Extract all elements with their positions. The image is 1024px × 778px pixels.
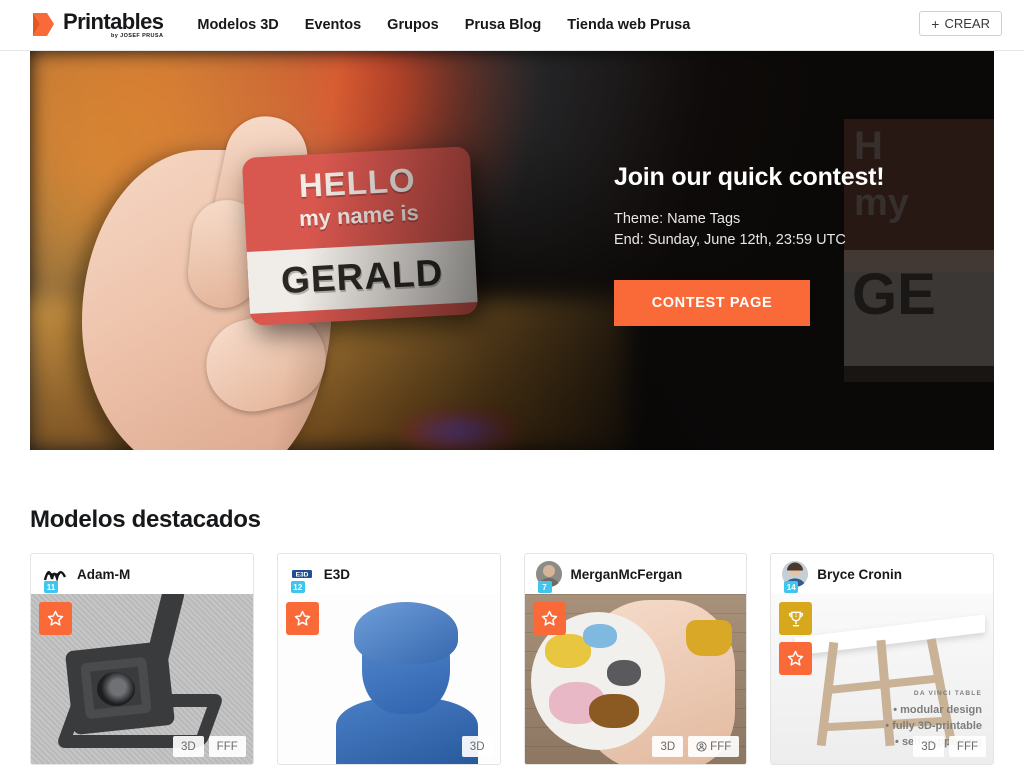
card-chips: 3D FFF [652, 736, 740, 757]
card-thumbnail[interactable]: DA VINCI TABLE • modular design • fully … [771, 594, 993, 764]
model-card[interactable]: 7 MerganMcFergan 3D FFF [523, 553, 748, 765]
hero-details: Theme: Name Tags End: Sunday, June 12th,… [614, 209, 994, 250]
avatar[interactable]: 7 [535, 561, 562, 593]
card-thumbnail[interactable]: 3D FFF [31, 594, 253, 764]
nav-item-tienda-web-prusa[interactable]: Tienda web Prusa [567, 17, 690, 33]
featured-models-section: Modelos destacados 11 Adam-M 3D FFF E3D … [0, 506, 1024, 765]
star-icon[interactable] [779, 642, 813, 675]
paint-blotch-blue [582, 624, 617, 648]
chip-fff: FFF [948, 736, 986, 757]
chip-3d: 3D [172, 736, 204, 757]
plus-icon: + [931, 15, 940, 32]
card-username[interactable]: Bryce Cronin [817, 567, 902, 582]
hero-banner[interactable]: HELLO my name is GERALD H my GE Join our… [30, 51, 994, 450]
card-username[interactable]: E3D [324, 567, 350, 582]
mount-lens [97, 672, 135, 706]
model-card[interactable]: E3D 12 E3D 3D [276, 553, 501, 765]
hero-end-line: End: Sunday, June 12th, 23:59 UTC [614, 231, 846, 248]
card-thumbnail[interactable]: 3D [277, 594, 500, 764]
chip-fff-label: FFF [710, 740, 732, 753]
printables-arrow-icon [33, 13, 54, 36]
table-top [795, 614, 986, 656]
nav-item-eventos[interactable]: Eventos [305, 17, 361, 33]
hero-theme-line: Theme: Name Tags [614, 211, 741, 227]
svg-text:1: 1 [794, 612, 797, 618]
chip-3d: 3D [461, 736, 493, 757]
person-circle-icon [696, 741, 707, 752]
svg-text:E3D: E3D [295, 572, 308, 579]
printables-logo[interactable]: Printables by JOSEF PRUSA [30, 8, 164, 40]
card-username[interactable]: MerganMcFergan [571, 567, 683, 582]
featured-cards-row: 11 Adam-M 3D FFF E3D 12 E3D 3D 7 MerganM… [30, 553, 994, 765]
card-badges: 1 [779, 602, 813, 675]
chip-3d: 3D [652, 736, 684, 757]
artwork-caption-line-2: • fully 3D-printable [885, 720, 982, 732]
star-icon[interactable] [532, 602, 566, 635]
card-badges [532, 602, 566, 635]
card-chips: 3D FFF [172, 736, 246, 757]
nav-item-grupos[interactable]: Grupos [387, 17, 439, 33]
hero-title: Join our quick contest! [614, 163, 885, 191]
logo-wordmark: Printables [63, 8, 164, 34]
chip-3d: 3D [913, 736, 944, 757]
avatar[interactable]: E3D 12 [288, 561, 315, 593]
card-badges [285, 602, 319, 635]
card-header: 14 Bryce Cronin [771, 554, 993, 594]
card-header: 7 MerganMcFergan [525, 554, 747, 594]
nav-item-modelos-3d[interactable]: Modelos 3D [197, 17, 278, 33]
chip-fff: FFF [208, 736, 246, 757]
paint-blotch-grey [606, 660, 641, 686]
card-chips: 3D [461, 736, 493, 757]
card-header: E3D 12 E3D [278, 554, 500, 594]
artwork-caption-title: DA VINCI TABLE [913, 690, 982, 697]
star-icon[interactable] [285, 602, 319, 635]
hero-section-wrapper: HELLO my name is GERALD H my GE Join our… [0, 51, 1024, 450]
paint-blotch-brown [588, 694, 639, 728]
nav-item-prusa-blog[interactable]: Prusa Blog [465, 17, 542, 33]
create-button-label: CREAR [944, 16, 990, 31]
avatar[interactable]: 14 [782, 561, 809, 593]
user-level-badge: 11 [44, 581, 58, 593]
card-badges [39, 602, 72, 635]
user-level-badge: 7 [537, 581, 552, 593]
section-title-featured: Modelos destacados [30, 506, 261, 533]
card-username[interactable]: Adam-M [77, 567, 130, 582]
artwork-caption-line-1: • modular design [893, 704, 982, 716]
bust-hair [353, 602, 458, 664]
card-chips: 3D FFF [913, 736, 986, 757]
star-icon[interactable] [39, 602, 72, 635]
hero-copy-block: Join our quick contest! Theme: Name Tags… [614, 163, 994, 327]
chip-fff: FFF [688, 736, 740, 757]
user-level-badge: 12 [290, 581, 305, 593]
create-button[interactable]: + CREAR [919, 11, 1002, 36]
model-card[interactable]: 14 Bryce Cronin DA VINCI TABLE • modular… [770, 553, 994, 765]
contest-page-button[interactable]: CONTEST PAGE [614, 280, 810, 327]
trophy-icon[interactable]: 1 [779, 602, 813, 635]
logo-tagline: by JOSEF PRUSA [111, 32, 164, 39]
yellow-figurine [686, 620, 733, 656]
user-level-badge: 14 [784, 581, 799, 593]
card-thumbnail[interactable]: 3D FFF [524, 594, 747, 764]
main-navigation: Modelos 3D Eventos Grupos Prusa Blog Tie… [197, 17, 690, 33]
card-header: 11 Adam-M [31, 554, 253, 594]
avatar[interactable]: 11 [42, 561, 68, 593]
model-card[interactable]: 11 Adam-M 3D FFF [30, 553, 254, 765]
site-header: Printables by JOSEF PRUSA Modelos 3D Eve… [0, 0, 1024, 51]
